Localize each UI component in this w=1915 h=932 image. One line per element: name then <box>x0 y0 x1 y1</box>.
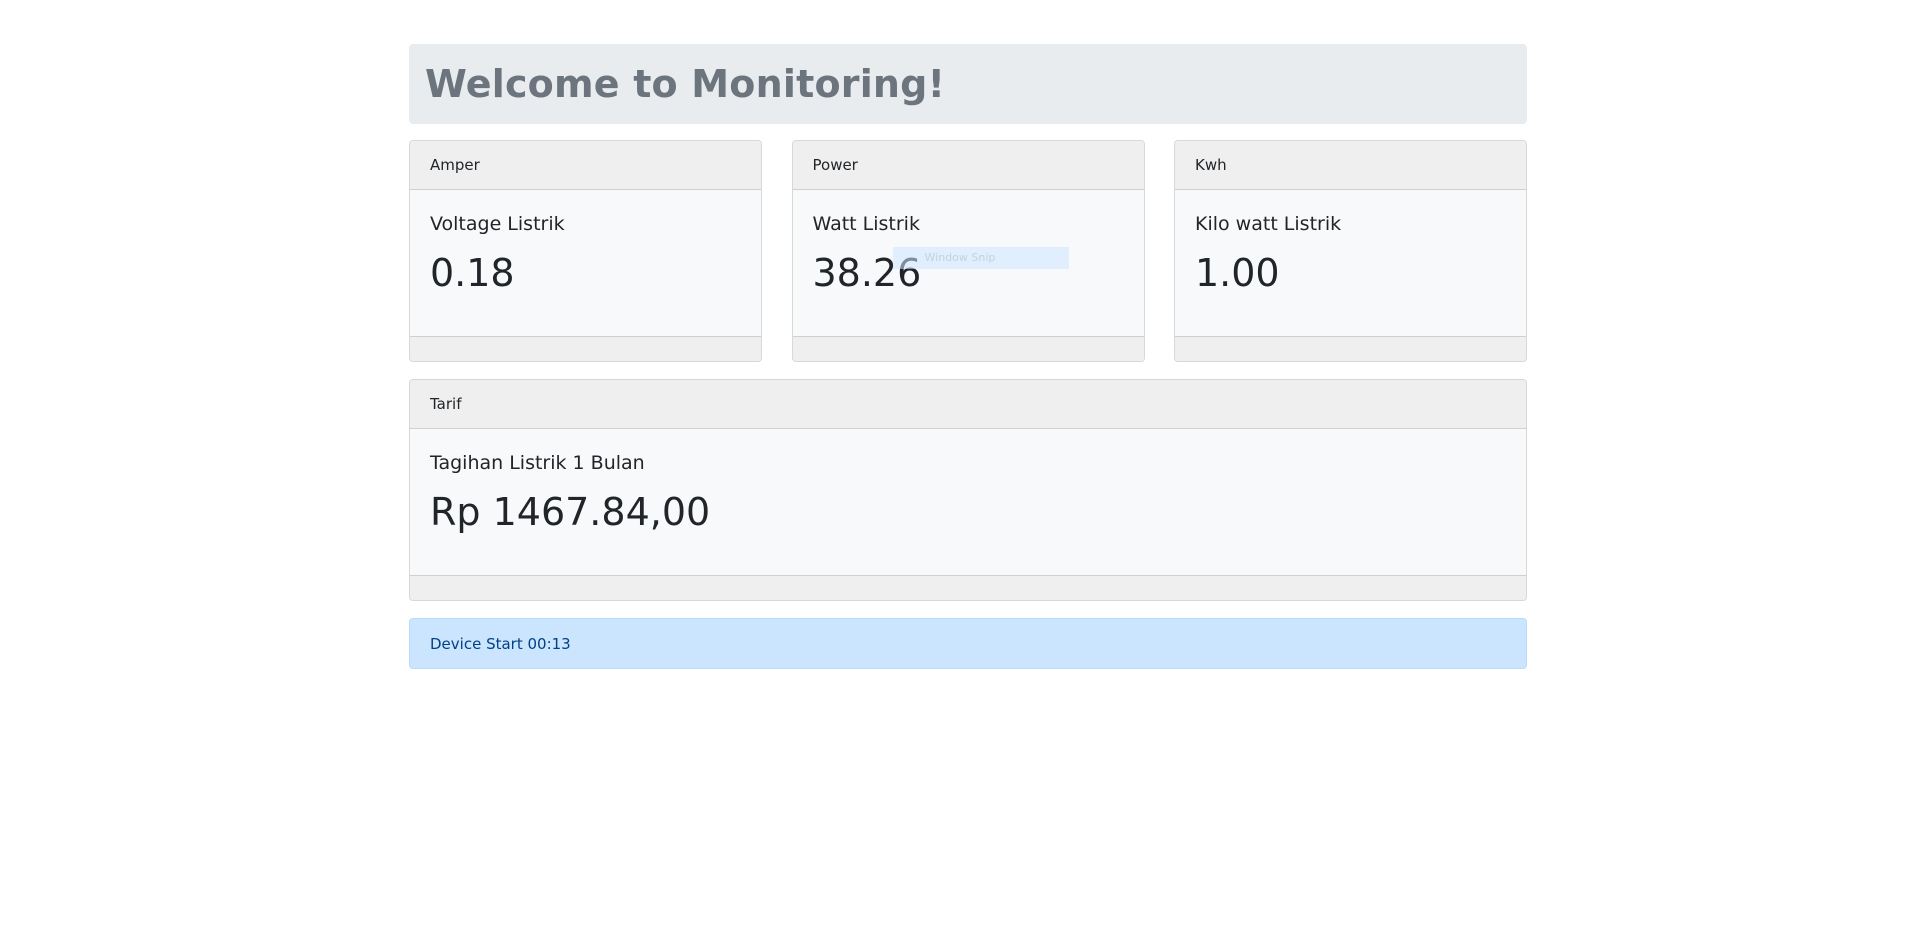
amper-card: Amper Voltage Listrik 0.18 <box>409 140 762 362</box>
device-start-alert: Device Start 00:13 <box>409 618 1527 669</box>
kwh-card-body: Kilo watt Listrik 1.00 <box>1175 190 1526 336</box>
kwh-card-footer <box>1175 336 1526 361</box>
window-snip-overlay: Window Snip <box>892 247 1069 269</box>
tarif-card-body: Tagihan Listrik 1 Bulan Rp 1467.84,00 <box>410 429 1526 575</box>
main-container: Welcome to Monitoring! Amper Voltage Lis… <box>409 44 1527 669</box>
device-start-text: Device Start 00:13 <box>430 634 571 653</box>
amper-card-body: Voltage Listrik 0.18 <box>410 190 761 336</box>
page-title: Welcome to Monitoring! <box>425 62 946 106</box>
tagihan-title: Tagihan Listrik 1 Bulan <box>430 452 645 474</box>
voltage-value: 0.18 <box>430 251 515 295</box>
tarif-card-header: Tarif <box>410 380 1526 429</box>
tagihan-value: Rp 1467.84,00 <box>430 490 711 534</box>
amper-card-footer <box>410 336 761 361</box>
kilowatt-title: Kilo watt Listrik <box>1195 213 1342 235</box>
kwh-card-header: Kwh <box>1175 141 1526 190</box>
kwh-card: Kwh Kilo watt Listrik 1.00 <box>1174 140 1527 362</box>
kilowatt-value: 1.00 <box>1195 251 1280 295</box>
metrics-card-row: Amper Voltage Listrik 0.18 Power Watt Li… <box>409 140 1527 362</box>
power-card-header: Power <box>792 141 1144 190</box>
voltage-title: Voltage Listrik <box>430 213 565 235</box>
welcome-jumbotron: Welcome to Monitoring! <box>409 44 1527 124</box>
tarif-card: Tarif Tagihan Listrik 1 Bulan Rp 1467.84… <box>409 379 1527 601</box>
watt-title: Watt Listrik <box>812 213 920 235</box>
amper-card-header: Amper <box>410 141 761 190</box>
power-card: Power Watt Listrik 38.26 Window Snip <box>791 140 1145 362</box>
power-card-footer <box>792 336 1144 361</box>
power-card-body: Watt Listrik 38.26 Window Snip <box>793 190 1144 336</box>
tarif-card-footer <box>410 575 1526 600</box>
